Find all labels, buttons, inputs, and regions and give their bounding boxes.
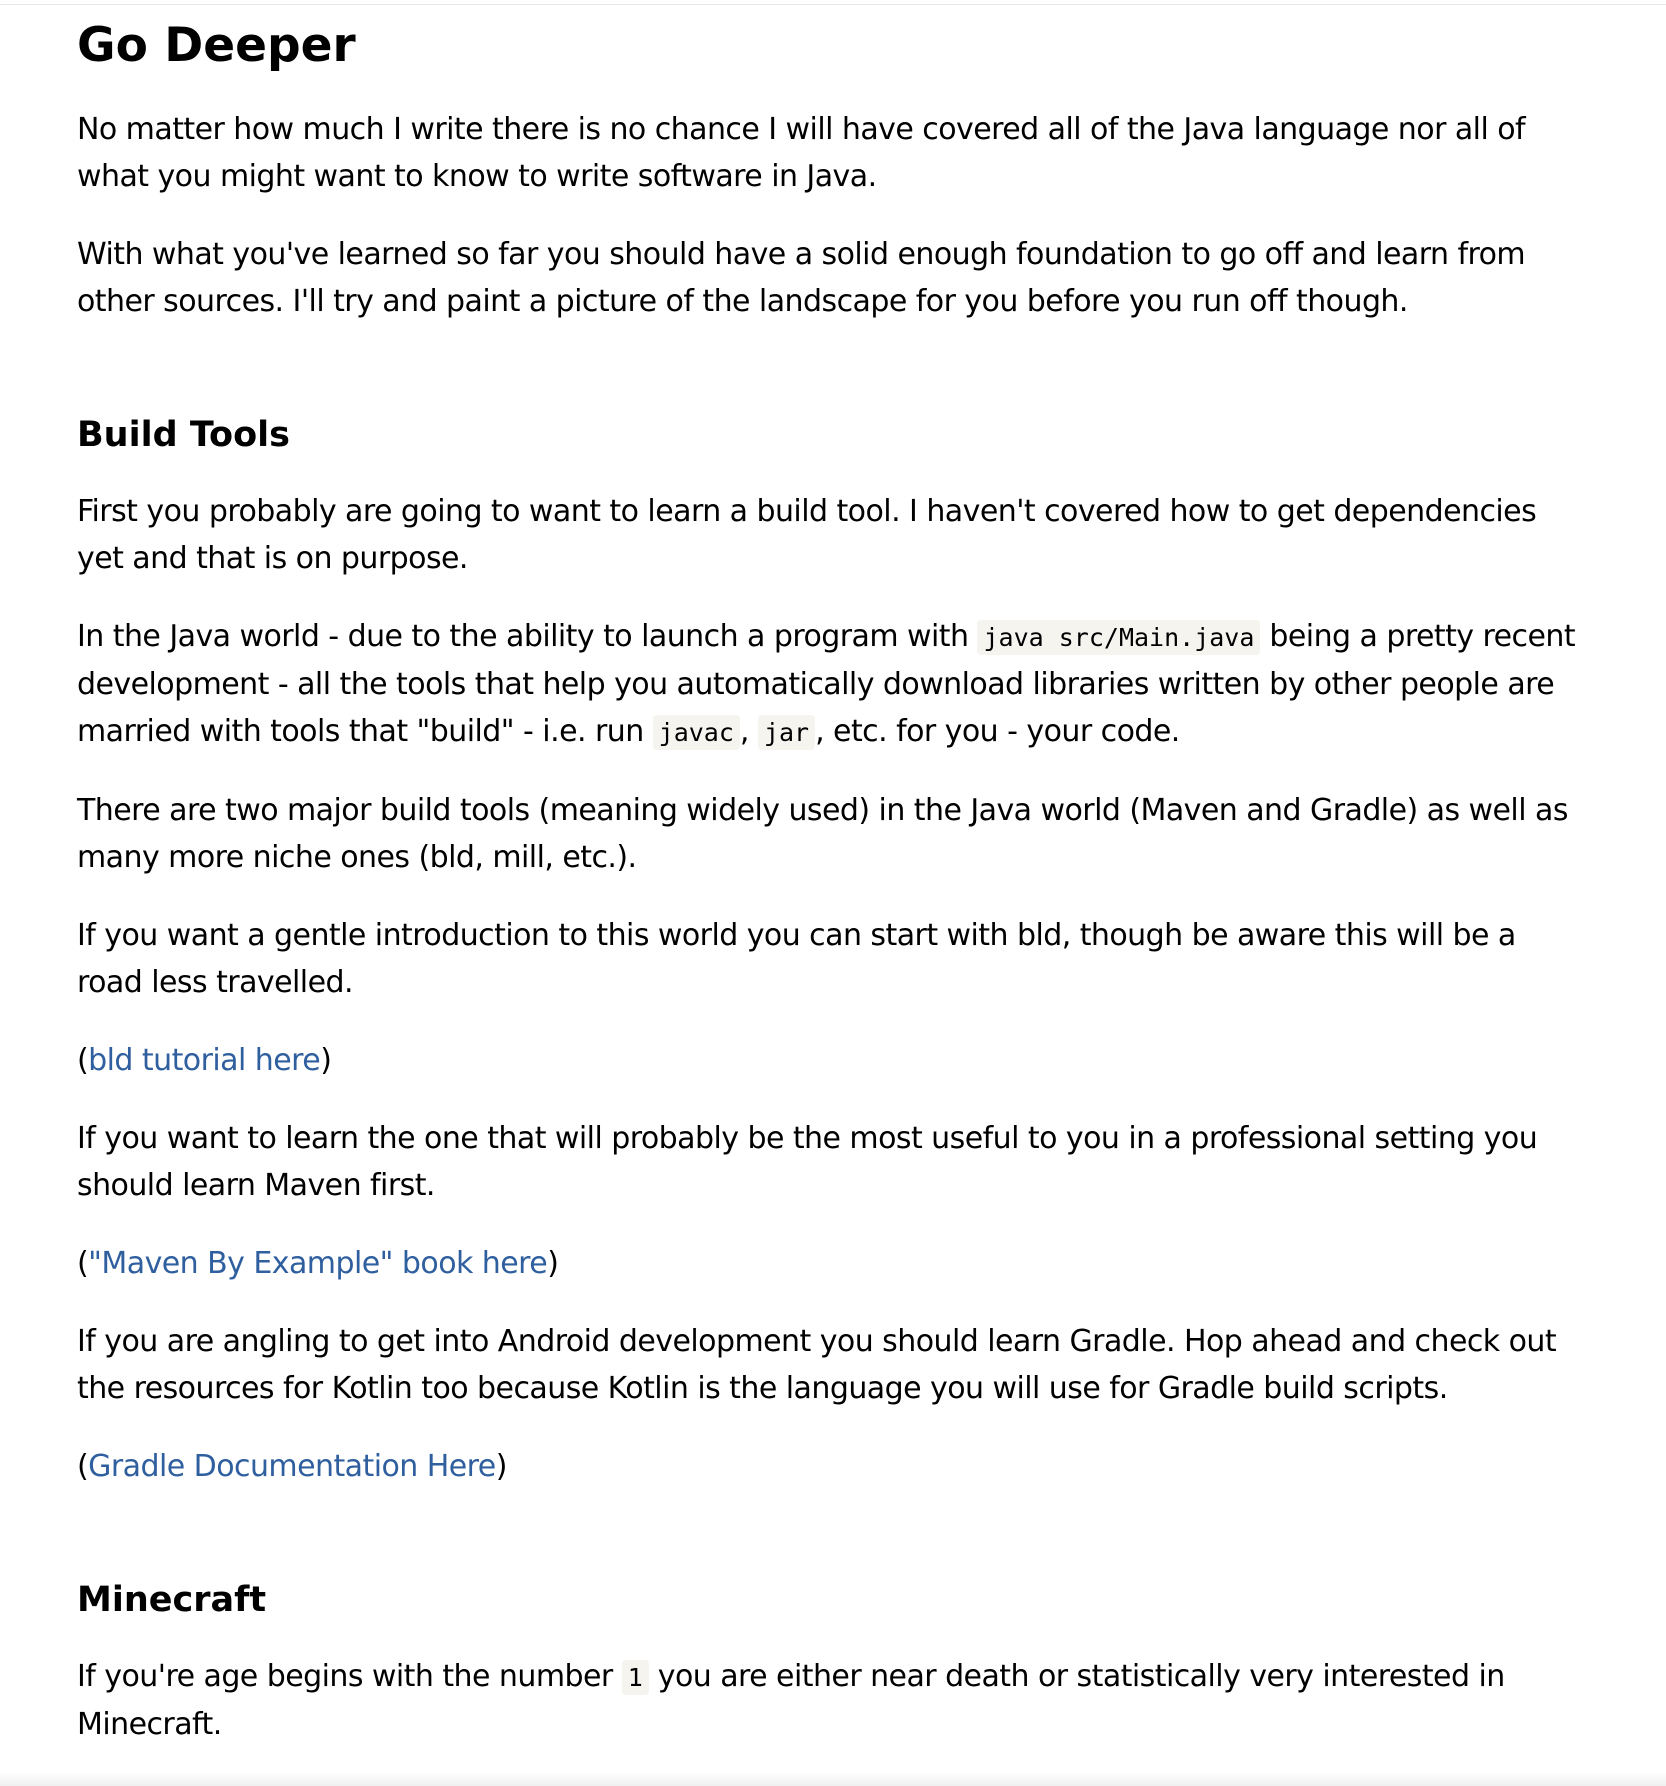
build-tools-paragraph-1: First you probably are going to want to … <box>77 494 1537 576</box>
intro-paragraph-2: With what you've learned so far you shou… <box>77 237 1526 319</box>
text-run: If you're age begins with the number <box>77 1659 622 1694</box>
paren-open: ( <box>77 1043 89 1078</box>
text-run: In the Java world - due to the ability t… <box>77 619 978 654</box>
intro-paragraph-1: No matter how much I write there is no c… <box>77 112 1526 194</box>
gradle-documentation-link[interactable]: Gradle Documentation Here <box>88 1449 496 1484</box>
build-tools-paragraph-6: If you are angling to get into Android d… <box>77 1324 1557 1406</box>
build-tools-paragraph-3: There are two major build tools (meaning… <box>77 793 1568 875</box>
section-heading-build-tools: Build Tools <box>77 415 290 455</box>
maven-by-example-link[interactable]: "Maven By Example" book here <box>88 1246 548 1281</box>
build-tools-paragraph-5: If you want to learn the one that will p… <box>77 1121 1538 1203</box>
inline-code-java-command: java src/Main.java <box>977 620 1261 655</box>
text-run: , <box>739 714 758 749</box>
page-title: Go Deeper <box>77 18 356 73</box>
inline-code-jar: jar <box>757 715 816 750</box>
paren-close: ) <box>320 1043 332 1078</box>
bottom-edge-fade <box>0 1772 1666 1786</box>
section-heading-minecraft: Minecraft <box>77 1580 267 1620</box>
gradle-docs-line: (Gradle Documentation Here) <box>77 1443 1577 1490</box>
build-tools-paragraph-4: If you want a gentle introduction to thi… <box>77 918 1516 1000</box>
bld-tutorial-link[interactable]: bld tutorial here <box>88 1043 321 1078</box>
inline-code-number: 1 <box>621 1660 649 1695</box>
bld-tutorial-line: (bld tutorial here) <box>77 1037 1577 1084</box>
build-tools-paragraph-2: In the Java world - due to the ability t… <box>77 613 1577 756</box>
paren-open: ( <box>77 1449 89 1484</box>
inline-code-javac: javac <box>652 715 740 750</box>
minecraft-paragraph-1: If you're age begins with the number 1 y… <box>77 1653 1577 1748</box>
paren-close: ) <box>547 1246 559 1281</box>
text-run: , etc. for you - your code. <box>815 714 1180 749</box>
paren-open: ( <box>77 1246 89 1281</box>
paren-close: ) <box>495 1449 508 1484</box>
article-content: Go Deeper No matter how much I write the… <box>77 0 1577 1748</box>
maven-book-line: ("Maven By Example" book here) <box>77 1240 1577 1287</box>
